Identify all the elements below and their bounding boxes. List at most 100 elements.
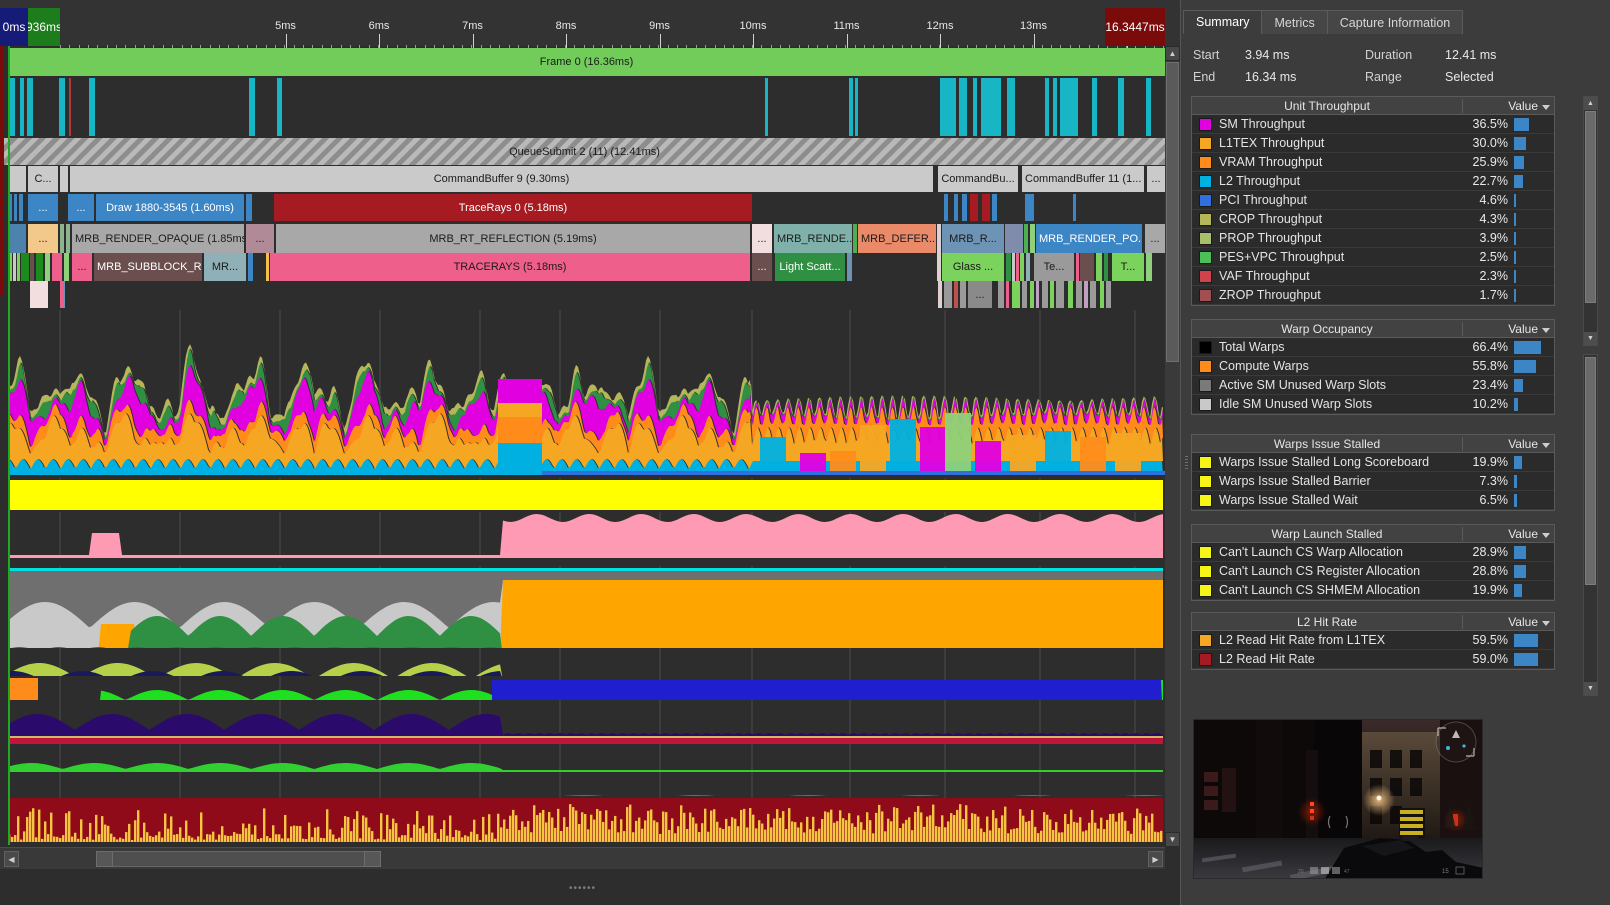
graph-row-vram-throughput[interactable] <box>0 512 1165 558</box>
scroll-up-icon[interactable]: ▲ <box>1584 97 1597 110</box>
series-color-swatch[interactable] <box>1199 250 1212 264</box>
scroll-up-icon[interactable]: ▲ <box>1165 46 1180 61</box>
timeline-block[interactable]: MRB_RENDER_OPAQUE (1.85ms) <box>72 224 244 253</box>
timeline-block[interactable] <box>17 253 20 281</box>
timeline-block[interactable] <box>855 78 858 136</box>
timeline-block[interactable] <box>1146 253 1152 281</box>
timeline-block[interactable] <box>982 194 990 221</box>
timeline-block[interactable] <box>1020 253 1024 281</box>
timeline-block[interactable] <box>1025 194 1034 221</box>
timeline-block[interactable] <box>8 166 26 192</box>
timeline-block[interactable] <box>248 253 253 281</box>
hscroll-right-icon[interactable]: ▶ <box>1148 851 1163 867</box>
metric-table-header[interactable]: Warps Issue Stalled Value <box>1192 435 1554 453</box>
timeline-block[interactable] <box>998 281 1004 308</box>
timeline-block[interactable] <box>1036 281 1039 308</box>
metrics-list-scrollbar[interactable]: ▼ <box>1583 354 1598 696</box>
hscroll-left-icon[interactable]: ◀ <box>4 851 19 867</box>
timeline-block[interactable] <box>1068 281 1073 308</box>
timeline-block[interactable] <box>1006 281 1009 308</box>
timeline-block[interactable] <box>973 78 977 136</box>
timeline-block[interactable] <box>20 78 24 136</box>
timeline-block[interactable]: MRB_RENDER_PO... <box>1036 224 1142 253</box>
metric-value-column-header[interactable]: Value <box>1462 614 1554 629</box>
series-color-swatch[interactable] <box>1199 474 1212 488</box>
metric-table-l2-hit-rate[interactable]: L2 Hit Rate Value L2 Read Hit Rate from L1… <box>1191 612 1555 670</box>
chevron-down-icon[interactable] <box>1542 442 1550 448</box>
metric-row[interactable]: L2 Throughput 22.7% <box>1192 172 1554 191</box>
metric-table-unit-throughput[interactable]: Unit Throughput Value SM Throughput 36.5% L1… <box>1191 96 1555 306</box>
metric-row[interactable]: Can't Launch CS Register Allocation 28.8% <box>1192 562 1554 581</box>
timeline-block[interactable] <box>944 194 948 221</box>
timeline-block[interactable] <box>1006 253 1011 281</box>
series-color-swatch[interactable] <box>1199 231 1212 245</box>
graph-row-warp-occupancy-stack[interactable] <box>0 566 1165 658</box>
timeline-block[interactable] <box>1104 253 1108 281</box>
series-color-swatch[interactable] <box>1199 652 1212 666</box>
metric-row[interactable]: ZROP Throughput 1.7% <box>1192 286 1554 305</box>
timeline-block[interactable]: ... <box>28 194 58 221</box>
metric-table-header[interactable]: L2 Hit Rate Value <box>1192 613 1554 631</box>
graph-row-l1tex-throughput[interactable] <box>0 478 1165 510</box>
frame-capture-thumbnail[interactable]: 20 47 15 <box>1193 719 1483 879</box>
timeline-block[interactable] <box>1060 78 1078 136</box>
timeline-block[interactable] <box>1012 253 1015 281</box>
series-color-swatch[interactable] <box>1199 378 1212 392</box>
unit-throughput-scrollbar[interactable]: ▲ ▼ <box>1583 96 1598 346</box>
timeline-block[interactable] <box>27 78 33 136</box>
timeline-row-queuesubmit-row[interactable]: QueueSubmit 2 (11) (12.41ms) <box>0 138 1165 165</box>
timeline-block[interactable] <box>954 194 958 221</box>
timeline-block[interactable] <box>1005 224 1023 253</box>
timeline-block[interactable] <box>63 281 65 308</box>
timeline-row-sub-shader-row[interactable]: ... <box>0 281 1165 308</box>
timeline-block[interactable]: CommandBu... <box>938 166 1018 192</box>
metric-table-header[interactable]: Unit Throughput Value <box>1192 97 1554 115</box>
timeline-block[interactable] <box>959 78 967 136</box>
timeline-block[interactable]: MRB_RENDE... <box>774 224 852 253</box>
metric-row[interactable]: CROP Throughput 4.3% <box>1192 210 1554 229</box>
timeline-row-marker-row[interactable]: ... MRB_RENDER_OPAQUE (1.85ms)... MRB_RT_R… <box>0 224 1165 253</box>
scroll-down-icon[interactable]: ▼ <box>1584 682 1597 695</box>
series-color-swatch[interactable] <box>1199 136 1212 150</box>
timeline-block[interactable] <box>1042 281 1048 308</box>
chevron-down-icon[interactable] <box>1542 104 1550 110</box>
timeline-block[interactable] <box>937 253 941 281</box>
scroll-down-icon[interactable]: ▼ <box>1165 832 1180 847</box>
ruler-track[interactable]: 5ms6ms7ms8ms9ms10ms11ms12ms13ms14ms15ms <box>0 8 1165 52</box>
timeline-pane[interactable]: 5ms6ms7ms8ms9ms10ms11ms12ms13ms14ms15ms … <box>0 0 1180 905</box>
timeline-row-commandbuffer-row[interactable]: C... CommandBuffer 9 (9.30ms) CommandBu...… <box>0 166 1165 192</box>
side-pane-tabs[interactable]: Summary Metrics Capture Information <box>1183 10 1464 34</box>
timeline-block[interactable]: MRB_SUBBLOCK_R... <box>94 253 202 281</box>
series-color-swatch[interactable] <box>1199 155 1212 169</box>
metric-row[interactable]: Active SM Unused Warp Slots 23.4% <box>1192 376 1554 395</box>
timeline-block[interactable] <box>1146 78 1151 136</box>
series-color-swatch[interactable] <box>1199 397 1212 411</box>
timeline-block[interactable]: ... <box>72 253 92 281</box>
timeline-block[interactable] <box>30 281 48 308</box>
metric-row[interactable]: VAF Throughput 2.3% <box>1192 267 1554 286</box>
timeline-block[interactable]: ... <box>1145 224 1165 253</box>
timeline-block[interactable] <box>64 253 69 281</box>
timeline-block[interactable] <box>938 281 942 308</box>
timeline-block[interactable]: CommandBuffer 11 (1... <box>1022 166 1144 192</box>
timeline-block[interactable] <box>1106 281 1111 308</box>
timeline-block[interactable] <box>19 194 23 221</box>
metric-row[interactable]: L2 Read Hit Rate from L1TEX 59.5% <box>1192 631 1554 650</box>
timeline-ruler[interactable]: 5ms6ms7ms8ms9ms10ms11ms12ms13ms14ms15ms … <box>0 0 1180 52</box>
metric-row[interactable]: L2 Read Hit Rate 59.0% <box>1192 650 1554 669</box>
timeline-block[interactable] <box>1030 224 1035 253</box>
metric-table-header[interactable]: Warp Launch Stalled Value <box>1192 525 1554 543</box>
timeline-block[interactable] <box>52 253 62 281</box>
metric-row[interactable]: VRAM Throughput 25.9% <box>1192 153 1554 172</box>
metric-row[interactable]: Warps Issue Stalled Barrier 7.3% <box>1192 472 1554 491</box>
timeline-block[interactable] <box>1092 78 1097 136</box>
timeline-vscroll-thumb[interactable] <box>1166 62 1179 362</box>
metric-value-column-header[interactable]: Value <box>1462 436 1554 451</box>
timeline-block[interactable] <box>59 78 65 136</box>
series-color-swatch[interactable] <box>1199 455 1212 469</box>
series-color-swatch[interactable] <box>1199 583 1212 597</box>
timeline-block[interactable] <box>853 224 857 253</box>
timeline-block[interactable] <box>937 224 941 253</box>
timeline-block[interactable] <box>13 253 16 281</box>
metric-row[interactable]: SM Throughput 36.5% <box>1192 115 1554 134</box>
